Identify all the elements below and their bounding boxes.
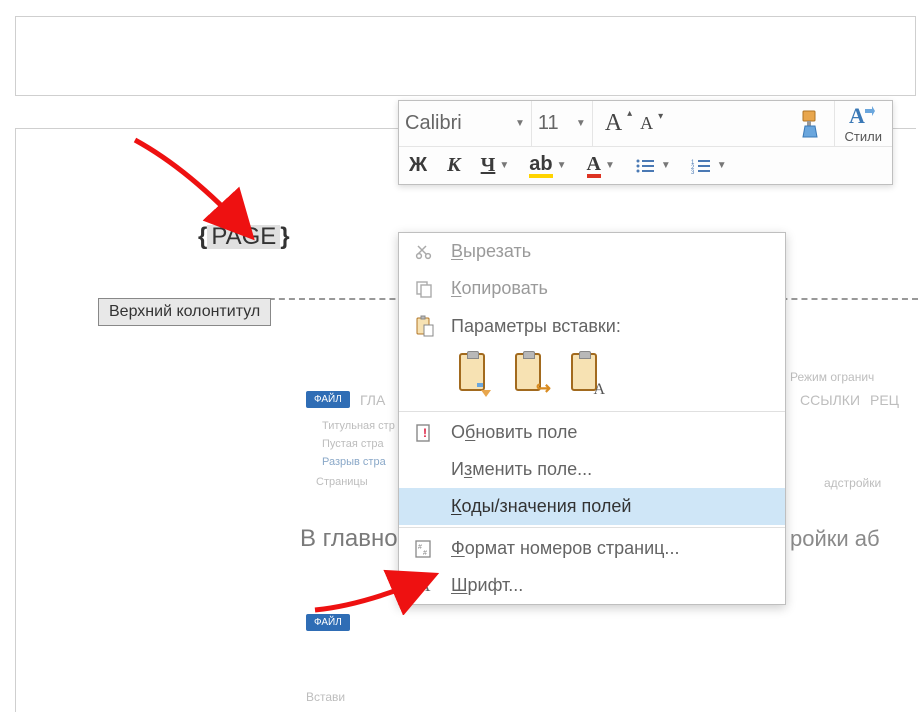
underline-button[interactable]: Ч ▼: [471, 147, 520, 184]
menu-item-font[interactable]: A Шрифт...: [399, 567, 785, 604]
chevron-down-icon: ▼: [557, 160, 567, 171]
brace-close: }: [280, 225, 289, 249]
mini-toolbar-row-1: Calibri ▼ 11 ▼ A A A: [399, 101, 892, 147]
bullet-list-button[interactable]: ▼: [625, 147, 681, 184]
context-menu: Вырезать Копировать Параметры вставки: ↪…: [398, 232, 786, 605]
mini-toolbar: Calibri ▼ 11 ▼ A A A: [398, 100, 893, 185]
format-painter-button[interactable]: [786, 105, 834, 143]
chevron-down-icon: ▼: [499, 160, 509, 171]
numbered-list-button[interactable]: 123 ▼: [681, 147, 737, 184]
svg-text:#: #: [418, 544, 422, 551]
menu-label: Копировать: [451, 278, 548, 299]
font-size-dropdown[interactable]: 11 ▼: [532, 101, 593, 146]
styles-button[interactable]: A Стили: [834, 101, 892, 146]
brace-open: {: [198, 225, 207, 249]
paste-option-keep-formatting[interactable]: [453, 353, 491, 397]
menu-label: Вырезать: [451, 241, 531, 262]
font-size-buttons: A A: [593, 101, 665, 146]
font-name-value: Calibri: [405, 112, 501, 135]
menu-item-cut[interactable]: Вырезать: [399, 233, 785, 270]
svg-text:!: !: [423, 426, 427, 440]
menu-label: Параметры вставки:: [451, 316, 621, 337]
menu-item-edit-field[interactable]: Изменить поле...: [399, 451, 785, 488]
paste-options-icon: [411, 315, 437, 337]
highlight-button[interactable]: ab ▼: [519, 147, 576, 184]
menu-item-page-number-format[interactable]: ## Формат номеров страниц...: [399, 530, 785, 567]
scissors-icon: [411, 242, 437, 262]
update-icon: !: [411, 423, 437, 443]
header-tag-label: Верхний колонтитул: [98, 298, 271, 326]
paste-option-merge[interactable]: ↪: [509, 353, 547, 397]
svg-text:3: 3: [691, 170, 695, 174]
mini-toolbar-row-2: Ж К Ч ▼ ab ▼ A ▼ ▼ 123 ▼: [399, 147, 892, 184]
menu-label: Коды/значения полей: [451, 496, 631, 517]
menu-label: Формат номеров страниц...: [451, 538, 679, 559]
menu-item-update-field[interactable]: ! Обновить поле: [399, 414, 785, 451]
font-size-value: 11: [538, 112, 566, 135]
svg-text:A: A: [849, 103, 865, 127]
menu-item-copy[interactable]: Копировать: [399, 270, 785, 307]
menu-separator: [399, 411, 785, 412]
chevron-down-icon: ▼: [576, 118, 586, 129]
copy-icon: [411, 279, 437, 299]
menu-label: Обновить поле: [451, 422, 577, 443]
page-field-text: PAGE: [207, 225, 280, 249]
paste-options-row: ↪ A: [399, 345, 785, 409]
page-number-format-icon: ##: [411, 539, 437, 559]
italic-button[interactable]: К: [437, 147, 471, 184]
svg-text:#: #: [423, 550, 427, 557]
menu-paste-heading: Параметры вставки:: [399, 307, 785, 345]
paste-option-text-only[interactable]: A: [565, 353, 603, 397]
font-icon: A: [411, 575, 437, 596]
font-name-dropdown[interactable]: Calibri ▼: [399, 101, 532, 146]
shrink-font-button[interactable]: A: [636, 113, 657, 134]
styles-label: Стили: [845, 129, 882, 144]
grow-font-button[interactable]: A: [601, 110, 626, 137]
chevron-down-icon: ▼: [605, 160, 615, 171]
page-field-code[interactable]: { PAGE }: [198, 225, 290, 249]
menu-item-toggle-field-codes[interactable]: Коды/значения полей: [399, 488, 785, 525]
menu-separator: [399, 527, 785, 528]
menu-label: Шрифт...: [451, 575, 523, 596]
chevron-down-icon: ▼: [661, 160, 671, 171]
document-page-top: [15, 16, 916, 96]
chevron-down-icon: ▼: [515, 118, 525, 129]
chevron-down-icon: ▼: [717, 160, 727, 171]
bold-button[interactable]: Ж: [399, 147, 437, 184]
font-color-button[interactable]: A ▼: [577, 147, 625, 184]
menu-label: Изменить поле...: [451, 459, 592, 480]
